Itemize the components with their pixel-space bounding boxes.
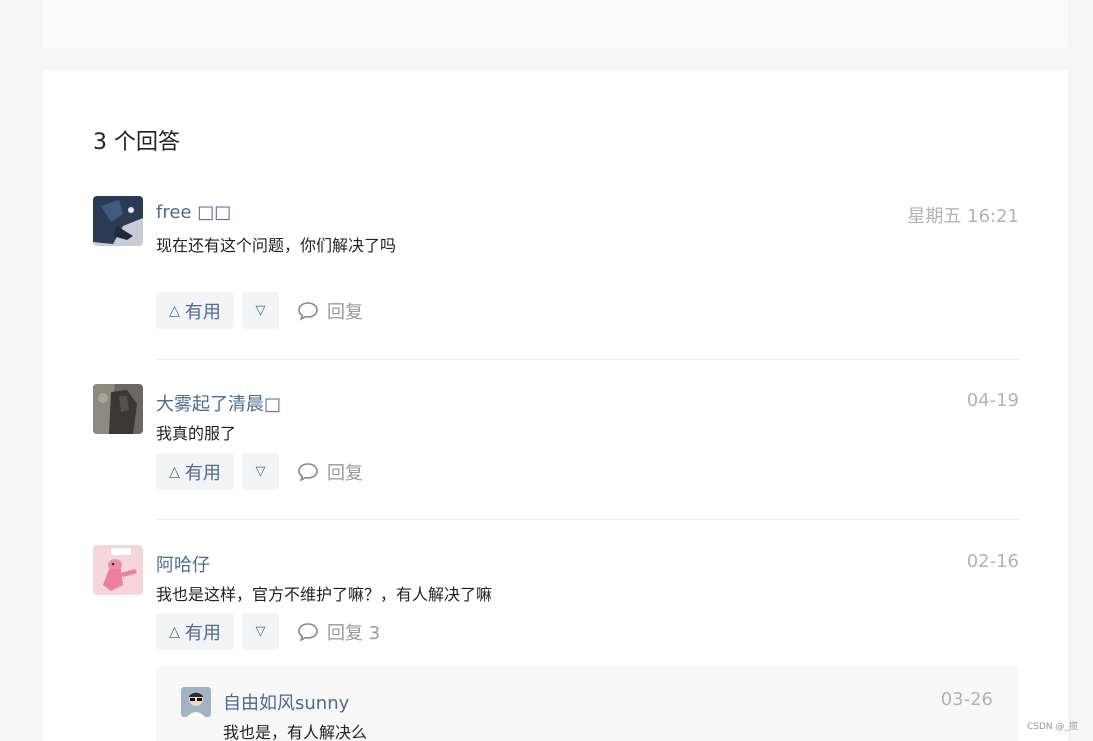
answer-timestamp: 星期五 16:21: [907, 206, 1019, 227]
user-avatar-icon[interactable]: [93, 545, 143, 595]
answer-author-link[interactable]: 大雾起了清晨□: [156, 390, 281, 416]
answer-item: free □□ 星期五 16:21 现在还有这个问题，你们解决了吗 △ 有用 ▽…: [93, 196, 1019, 336]
reply-button[interactable]: 回复: [297, 459, 363, 485]
answer-content: 现在还有这个问题，你们解决了吗: [156, 236, 397, 255]
sub-reply-author-link[interactable]: 自由如风sunny: [223, 689, 349, 715]
user-avatar-icon[interactable]: [93, 384, 143, 434]
upvote-label: 有用: [184, 622, 221, 644]
answer-divider: [156, 519, 1020, 520]
watermark: CSDN @_揽: [1026, 722, 1078, 732]
upvote-label: 有用: [184, 462, 221, 484]
answer-actions: △ 有用 ▽ 回复 3: [156, 613, 380, 650]
reply-button[interactable]: 回复: [297, 298, 363, 324]
answer-content: 我真的服了: [156, 424, 237, 443]
upvote-button[interactable]: △ 有用: [156, 453, 234, 490]
answer-content: 我也是这样，官方不维护了嘛？，有人解决了嘛: [156, 585, 493, 604]
answer-timestamp: 02-16: [966, 551, 1019, 572]
answer-actions: △ 有用 ▽ 回复: [156, 453, 363, 490]
triangle-up-icon: △: [169, 302, 180, 319]
upvote-button[interactable]: △ 有用: [156, 292, 234, 329]
comment-bubble-icon: [298, 462, 318, 482]
reply-button[interactable]: 回复 3: [297, 619, 380, 645]
user-avatar-icon[interactable]: [181, 687, 211, 717]
answers-count-title: 3 个回答: [93, 130, 180, 155]
answer-actions: △ 有用 ▽ 回复: [156, 292, 363, 329]
triangle-up-icon: △: [169, 623, 180, 640]
downvote-button[interactable]: ▽: [242, 613, 279, 650]
sub-reply-timestamp: 03-26: [940, 689, 993, 710]
reply-label: 回复: [327, 301, 363, 323]
comment-bubble-icon: [298, 622, 318, 642]
upvote-button[interactable]: △ 有用: [156, 613, 234, 650]
sub-reply-item: 自由如风sunny 03-26 我也是，有人解决么: [156, 667, 1018, 741]
triangle-up-icon: △: [169, 463, 180, 480]
reply-label: 回复 3: [327, 622, 381, 644]
question-card-bottom: [43, 0, 1068, 48]
triangle-down-icon: ▽: [255, 303, 266, 318]
downvote-button[interactable]: ▽: [242, 453, 279, 490]
comment-bubble-icon: [298, 301, 318, 321]
triangle-down-icon: ▽: [255, 624, 266, 639]
upvote-label: 有用: [184, 301, 221, 323]
answer-author-link[interactable]: 阿哈仔: [156, 551, 210, 577]
triangle-down-icon: ▽: [255, 464, 266, 479]
sub-reply-content: 我也是，有人解决么: [223, 723, 368, 741]
answer-item: 阿哈仔 02-16 我也是这样，官方不维护了嘛？，有人解决了嘛 △ 有用 ▽ 回…: [93, 545, 1019, 655]
user-avatar-icon[interactable]: [93, 196, 143, 246]
answer-divider: [156, 359, 1020, 360]
answer-author-link[interactable]: free □□: [156, 202, 231, 223]
downvote-button[interactable]: ▽: [242, 292, 279, 329]
answer-item: 大雾起了清晨□ 04-19 我真的服了 △ 有用 ▽ 回复: [93, 384, 1019, 494]
answer-timestamp: 04-19: [966, 390, 1019, 411]
answers-panel: 3 个回答 free □□ 星期五 16:21 现在还有这个问题，你们解决了吗 …: [43, 70, 1068, 741]
reply-label: 回复: [327, 462, 363, 484]
